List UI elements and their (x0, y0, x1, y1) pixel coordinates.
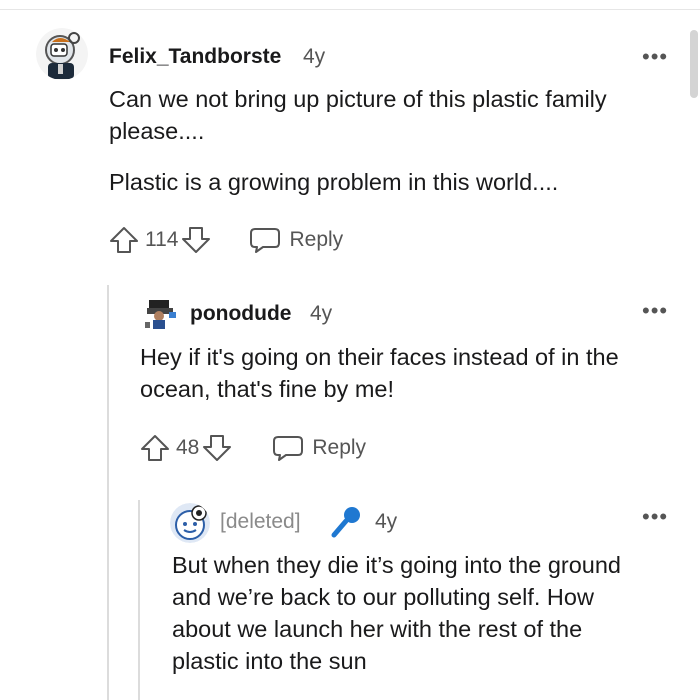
upvote-arrow-icon (141, 435, 169, 461)
comment-author: [deleted] (220, 510, 301, 533)
comment-actions: 48 Reply (140, 433, 366, 463)
comment-paragraph: Can we not bring up picture of this plas… (109, 86, 607, 144)
upvote-button[interactable] (109, 226, 139, 254)
chat-bubble-icon (250, 228, 281, 253)
reply-label: Reply (289, 228, 344, 251)
reply-button[interactable]: Reply (249, 226, 343, 254)
top-divider (0, 9, 700, 10)
chat-bubble-icon (273, 436, 304, 461)
microphone-flair-icon (328, 504, 364, 545)
user-avatar[interactable] (36, 28, 88, 80)
upvote-button[interactable] (140, 434, 170, 462)
user-avatar[interactable] (170, 503, 210, 543)
comment-age[interactable]: 4y (303, 45, 325, 69)
reply-button[interactable]: Reply (272, 434, 366, 462)
comment-paragraph: Hey if it's going on their faces instead… (140, 344, 619, 402)
comment-paragraph: But when they die it’s going into the gr… (172, 552, 621, 674)
downvote-arrow-icon (182, 227, 211, 253)
thread-line-level-2[interactable] (138, 500, 140, 700)
comment-paragraph: Plastic is a growing problem in this wor… (109, 169, 559, 195)
downvote-button[interactable] (181, 226, 211, 254)
comment-author[interactable]: Felix_Tandborste (109, 45, 281, 69)
downvote-button[interactable] (202, 434, 232, 462)
thread-line-level-1[interactable] (107, 285, 109, 700)
comment-age[interactable]: 4y (375, 510, 397, 534)
upvote-arrow-icon (110, 227, 138, 253)
vote-score: 48 (176, 436, 200, 459)
comment-age[interactable]: 4y (310, 302, 332, 326)
more-options-button[interactable]: ••• (642, 46, 668, 68)
downvote-arrow-icon (203, 435, 232, 461)
comment-actions: 114 Reply (109, 225, 343, 255)
more-options-button[interactable]: ••• (642, 300, 668, 322)
user-avatar[interactable] (143, 294, 179, 330)
reply-label: Reply (312, 436, 367, 459)
scrollbar[interactable] (690, 30, 698, 98)
comment-author[interactable]: ponodude (190, 302, 291, 326)
vote-score: 114 (145, 228, 179, 251)
more-options-button[interactable]: ••• (642, 506, 668, 528)
